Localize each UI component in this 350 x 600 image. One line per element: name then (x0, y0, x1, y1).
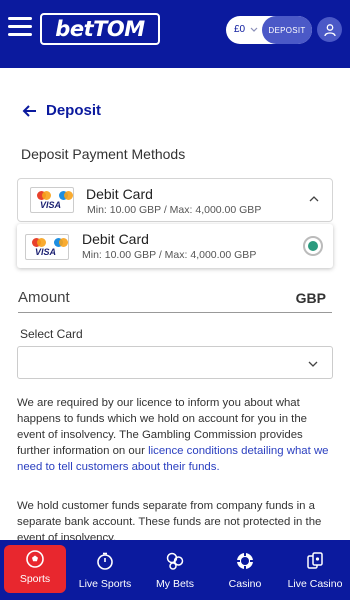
select-card-label: Select Card (20, 327, 83, 341)
amount-label: Amount (18, 289, 70, 306)
method-radio-selected[interactable] (303, 236, 323, 256)
chevron-down-icon (249, 22, 259, 39)
method-option-name: Debit Card (82, 231, 149, 247)
balance-pill[interactable]: £0 DEPOSIT (226, 16, 312, 44)
top-header: betTOM £0 DEPOSIT (0, 0, 350, 68)
balance-amount: £0 (234, 24, 246, 35)
amount-currency: GBP (295, 290, 326, 306)
payment-method-option[interactable]: VISA Debit Card Min: 10.00 GBP / Max: 4,… (17, 224, 333, 268)
bettom-logo[interactable]: betTOM (40, 13, 160, 45)
cards-icon (307, 552, 323, 569)
casino-chip-icon (237, 553, 253, 569)
chevron-up-icon[interactable] (308, 193, 320, 205)
method-limits: Min: 10.00 GBP / Max: 4,000.00 GBP (87, 204, 262, 216)
nav-item-my-bets[interactable]: My Bets (144, 540, 206, 600)
funds-protection-paragraph: We hold customer funds separate from com… (17, 500, 322, 544)
bottom-navigation: Sports Live Sports My Bets Casino Live C… (0, 540, 350, 600)
soccer-ball-icon (26, 550, 44, 568)
chevron-down-icon[interactable] (307, 358, 319, 370)
page-title: Deposit (46, 102, 102, 119)
bets-icon (166, 552, 184, 570)
nav-item-sports[interactable]: Sports (4, 545, 66, 593)
account-user-icon[interactable] (317, 17, 342, 42)
card-brand-logo: VISA (25, 234, 69, 260)
hamburger-menu-icon[interactable] (8, 17, 32, 37)
back-arrow-icon[interactable] (22, 103, 38, 119)
nav-item-live-casino[interactable]: Live Casino (282, 540, 348, 600)
nav-item-live-sports[interactable]: Live Sports (73, 540, 137, 600)
amount-field[interactable]: Amount GBP (18, 289, 332, 313)
logo-text: betTOM (55, 17, 145, 41)
stopwatch-icon (97, 552, 113, 570)
deposit-button[interactable]: DEPOSIT (262, 16, 312, 44)
back-navigation[interactable]: Deposit (22, 102, 101, 119)
radio-dot (308, 241, 318, 251)
method-option-limits: Min: 10.00 GBP / Max: 4,000.00 GBP (82, 249, 257, 261)
method-name: Debit Card (86, 186, 153, 202)
section-label: Deposit Payment Methods (21, 146, 186, 162)
card-select-dropdown[interactable] (17, 346, 333, 379)
nav-item-casino[interactable]: Casino (214, 540, 276, 600)
payment-method-select[interactable]: VISA Debit Card Min: 10.00 GBP / Max: 4,… (17, 178, 333, 222)
card-brand-logo: VISA (30, 187, 74, 213)
insolvency-info-paragraph: We are required by our licence to inform… (17, 397, 329, 473)
